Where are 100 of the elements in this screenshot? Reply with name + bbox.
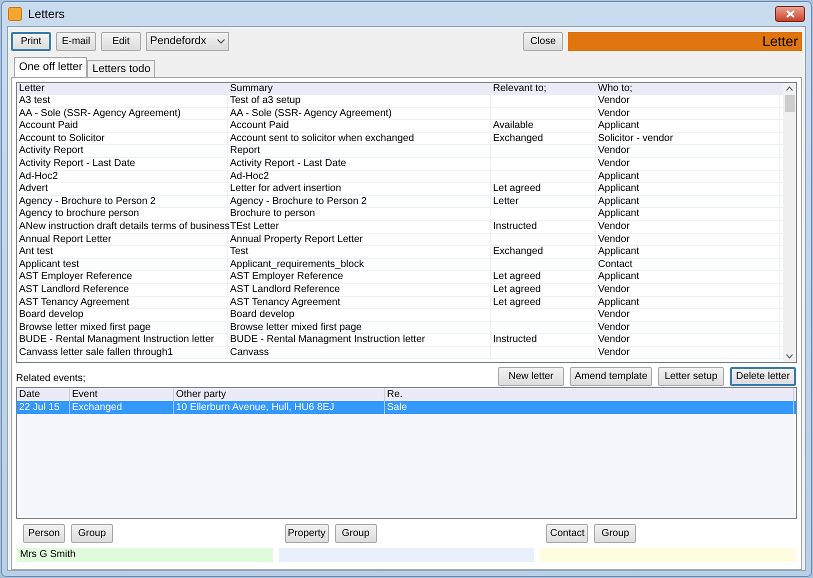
table-cell: Instructed <box>491 334 596 346</box>
table-cell: Vendor <box>596 322 780 334</box>
column-header: Who to; <box>597 83 634 95</box>
table-cell: Account Paid <box>228 120 491 132</box>
table-cell: BUDE - Rental Managment Instruction letter <box>17 334 228 346</box>
column-header: Relevant to; <box>492 83 548 95</box>
table-cell: AA - Sole (SSR- Agency Agreement) <box>17 108 228 120</box>
party-button[interactable]: Person <box>23 524 65 543</box>
tab[interactable]: Letters todo <box>87 60 156 77</box>
close-icon <box>786 10 794 18</box>
table-cell: Ant test <box>17 246 228 258</box>
table-cell: Account to Solicitor <box>17 132 228 144</box>
tab[interactable]: One off letter <box>14 57 88 77</box>
table-cell: Let agreed <box>491 271 596 283</box>
window-title: Letters <box>28 6 66 23</box>
party-button[interactable]: Contact <box>546 524 588 543</box>
table-cell: Brochure to person <box>228 208 491 220</box>
table-cell: Account Paid <box>17 120 228 132</box>
table-cell: AST Landlord Reference <box>17 284 228 296</box>
letter-action-button[interactable]: Amend template <box>570 367 652 386</box>
table-cell: Let agreed <box>491 183 596 195</box>
table-cell: Vendor <box>596 108 780 120</box>
table-cell: Applicant_requirements_block <box>228 258 491 270</box>
table-cell: Vendor <box>596 284 780 296</box>
table-cell: Exchanged <box>491 132 596 144</box>
table-cell: 22 Jul 15 <box>17 401 70 414</box>
party-button[interactable]: Property <box>284 524 329 543</box>
close-button[interactable]: Close <box>523 32 563 50</box>
table-cell: Letter <box>491 196 596 208</box>
party-button[interactable]: Group <box>334 524 377 543</box>
letter-action-button[interactable]: Letter setup <box>658 367 724 386</box>
table-cell: ANew instruction draft details terms of business <box>17 220 228 233</box>
scroll-down-icon <box>786 354 793 359</box>
table-cell: Account sent to solicitor when exchanged <box>228 132 491 144</box>
table-cell: Applicant <box>596 120 780 132</box>
table-cell: Sale <box>385 401 794 414</box>
table-cell: Exchanged <box>70 401 174 414</box>
table-cell: Vendor <box>596 334 780 346</box>
table-cell: AST Tenancy Agreement <box>228 296 491 308</box>
table-cell: Applicant <box>596 183 780 195</box>
table-cell: AST Employer Reference <box>17 271 228 283</box>
table-cell: Agency to brochure person <box>17 208 228 220</box>
table-cell: Applicant test <box>17 258 228 270</box>
table-cell: Instructed <box>491 220 596 233</box>
table-cell: AST Employer Reference <box>228 271 491 283</box>
toolbar-button[interactable]: E-mail <box>56 32 96 50</box>
table-cell: Vendor <box>596 220 780 233</box>
branch-dropdown[interactable]: Pendefordx <box>146 32 229 50</box>
table-cell: Activity Report <box>17 145 228 157</box>
table-cell: Let agreed <box>491 296 596 308</box>
table-cell: AA - Sole (SSR- Agency Agreement) <box>228 108 491 120</box>
party-button[interactable]: Group <box>71 524 113 543</box>
scrollbar[interactable] <box>783 83 796 362</box>
table-cell: Applicant <box>596 246 780 258</box>
chevron-down-icon <box>217 38 225 44</box>
table-cell: Ad-Hoc2 <box>228 170 491 182</box>
column-header: Summary <box>229 83 274 95</box>
table-cell: Applicant <box>596 196 780 208</box>
table-cell: Activity Report - Last Date <box>228 158 491 170</box>
scroll-thumb[interactable] <box>784 95 794 112</box>
table-cell: BUDE - Rental Managment Instruction letter <box>228 334 491 346</box>
toolbar-button[interactable]: Edit <box>101 32 141 50</box>
table-cell: Vendor <box>596 309 780 321</box>
letter-action-button[interactable]: New letter <box>498 367 564 386</box>
table-cell: Test <box>228 246 491 258</box>
table-cell: Agency - Brochure to Person 2 <box>17 196 228 208</box>
party-field[interactable] <box>540 548 796 562</box>
toolbar-button[interactable]: Print <box>11 32 51 50</box>
table-cell: Let agreed <box>491 284 596 296</box>
table-cell: 10 Ellerburn Avenue, Hull, HU6 8EJ <box>174 401 385 414</box>
close-window-button[interactable] <box>775 6 805 22</box>
table-cell: Vendor <box>596 346 780 358</box>
party-button[interactable]: Group <box>594 524 636 543</box>
table-cell: Ad-Hoc2 <box>17 170 228 182</box>
app-icon <box>8 7 22 21</box>
letter-action-button[interactable]: Delete letter <box>730 367 796 386</box>
party-field[interactable]: Mrs G Smith <box>17 548 273 562</box>
letter-banner: Letter <box>568 32 802 50</box>
table-cell: Vendor <box>596 145 780 157</box>
table-cell: Applicant <box>596 271 780 283</box>
table-cell: Test of a3 setup <box>228 95 491 107</box>
table-cell: Annual Report Letter <box>17 234 228 246</box>
table-cell: Applicant <box>596 208 780 220</box>
table-cell: AST Landlord Reference <box>228 284 491 296</box>
table-cell: A3 test <box>17 95 228 107</box>
table-cell: Advert <box>17 183 228 195</box>
table-cell: Available <box>491 120 596 132</box>
table-cell: Browse letter mixed first page <box>17 322 228 334</box>
scroll-up-icon <box>786 86 793 91</box>
table-cell: Activity Report - Last Date <box>17 158 228 170</box>
table-cell: Browse letter mixed first page <box>228 322 491 334</box>
table-cell: AST Tenancy Agreement <box>17 296 228 308</box>
table-cell: Board develop <box>17 309 228 321</box>
table-cell: Agency - Brochure to Person 2 <box>228 196 491 208</box>
table-cell: Board develop <box>228 309 491 321</box>
table-cell: Annual Property Report Letter <box>228 234 491 246</box>
table-cell: Contact <box>596 258 780 270</box>
table-cell: Applicant <box>596 170 780 182</box>
table-cell: Report <box>228 145 491 157</box>
table-cell: Canvass letter sale fallen through1 <box>17 346 228 358</box>
